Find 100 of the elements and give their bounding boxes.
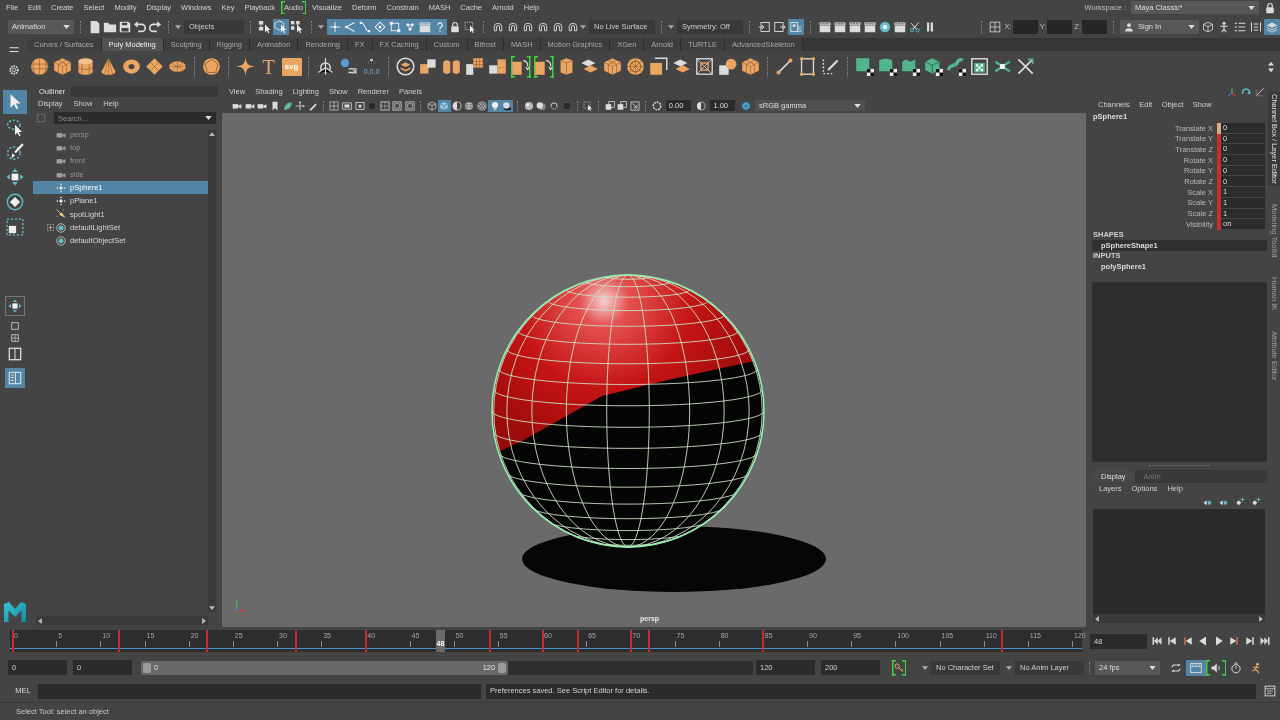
window-stack-icon[interactable] (604, 100, 615, 111)
diamond-plus-icon[interactable] (1235, 496, 1245, 507)
half-circle-toggle[interactable] (450, 99, 464, 112)
pane-four-layout-button[interactable] (8, 332, 21, 343)
settings-icon[interactable] (7, 64, 20, 76)
shelf-button[interactable] (694, 55, 715, 78)
aperture-icon[interactable] (651, 100, 662, 111)
shelf-button[interactable] (969, 55, 990, 78)
film-gate-icon[interactable] (342, 100, 353, 111)
question-mark-toggle[interactable] (432, 18, 447, 35)
step-fwd-icon[interactable] (1243, 635, 1256, 647)
diagonal-pen-icon[interactable] (1255, 87, 1265, 97)
shelf-button[interactable] (648, 55, 669, 78)
cursor-box-icon[interactable] (583, 100, 594, 111)
scroll-arrows-icon[interactable] (1265, 60, 1277, 73)
select-box-icon[interactable] (463, 20, 476, 33)
bulb-toggle[interactable] (488, 99, 501, 112)
caret-right-icon[interactable] (1259, 615, 1263, 622)
skip-end-icon[interactable] (1259, 635, 1271, 647)
checker-ball-toggle[interactable] (475, 99, 489, 112)
expand-box-icon[interactable] (47, 224, 54, 232)
key-back-icon[interactable] (1181, 635, 1194, 647)
window-list-toggle[interactable] (788, 18, 804, 35)
script-window-icon[interactable] (1264, 685, 1276, 697)
grid-window-icon[interactable] (989, 20, 1002, 33)
shelf-button[interactable] (854, 55, 875, 78)
shelf-button[interactable] (533, 55, 554, 78)
magnet-icon[interactable] (551, 20, 564, 33)
magnet-icon[interactable] (521, 20, 534, 33)
key-button[interactable] (892, 659, 906, 676)
sphere-grid-toggle[interactable] (463, 99, 476, 112)
shelf-button[interactable] (946, 55, 967, 78)
arrow-cursor-tool[interactable] (2, 90, 27, 114)
vertical-scrollbar[interactable] (208, 130, 216, 612)
shelf-button[interactable] (923, 55, 944, 78)
caret-left-icon[interactable] (1095, 615, 1099, 622)
square-frame-icon[interactable] (392, 100, 403, 111)
shelf-button[interactable]: T (258, 55, 279, 78)
clapper-toggle[interactable] (417, 18, 432, 35)
coordinate-field[interactable] (1047, 19, 1073, 34)
diamond-toggle[interactable] (372, 18, 387, 35)
horizontal-scrollbar[interactable] (36, 616, 208, 625)
node-square-toggle[interactable] (387, 18, 402, 35)
clapper-icon[interactable] (893, 20, 906, 33)
skip-start-icon[interactable] (1150, 635, 1163, 647)
crosshair-toggle[interactable] (327, 18, 342, 35)
layers-toggle[interactable] (1264, 18, 1280, 35)
clapper-icon[interactable] (848, 20, 861, 33)
pane-list-layout-button[interactable] (4, 368, 25, 388)
dotted-square-icon[interactable] (36, 113, 46, 123)
shelf-button[interactable] (510, 55, 531, 78)
shelf-button[interactable] (464, 55, 485, 78)
window-arrow-icon[interactable] (629, 100, 640, 111)
scissors-icon[interactable] (908, 20, 921, 33)
pane-single-layout-button[interactable] (8, 320, 21, 331)
cross-arrows-icon[interactable] (295, 100, 306, 111)
play-back-icon[interactable] (1197, 635, 1209, 647)
circle-arrow-icon[interactable] (1241, 87, 1251, 97)
shelf-button[interactable] (395, 55, 416, 78)
film-window-toggle[interactable] (1186, 659, 1206, 676)
square-frame-icon[interactable] (405, 100, 415, 111)
square-grid-icon[interactable] (379, 100, 390, 111)
target-disc-icon[interactable] (878, 20, 891, 33)
clapper-icon[interactable] (818, 20, 831, 33)
cube-solid-toggle[interactable] (437, 99, 451, 112)
step-back-icon[interactable] (1166, 635, 1178, 647)
cube-wire-toggle[interactable] (425, 99, 438, 112)
shelf-button[interactable] (75, 55, 96, 78)
diamond-plus-icon[interactable] (1251, 496, 1261, 507)
shelf-button[interactable] (797, 55, 818, 78)
redo-icon[interactable] (147, 19, 162, 34)
caret-up-icon[interactable] (209, 132, 215, 136)
window-stack-icon[interactable] (617, 100, 628, 111)
squares-cursor-toggle[interactable] (289, 18, 305, 35)
half-disc-icon[interactable] (696, 100, 707, 111)
coordinate-field[interactable] (1012, 19, 1038, 34)
caret-left-icon[interactable] (38, 617, 42, 624)
tool-button[interactable] (4, 296, 25, 316)
color-disc-icon[interactable] (740, 100, 751, 111)
caret-down-icon[interactable] (209, 606, 215, 610)
grid-window-icon[interactable] (329, 100, 340, 111)
ring-arrows-icon[interactable] (548, 100, 559, 111)
tree-cursor-toggle[interactable] (257, 18, 273, 35)
cluster-toggle[interactable] (402, 18, 417, 35)
shaded-sphere-icon[interactable] (523, 100, 534, 111)
cube-cursor-toggle[interactable] (273, 18, 289, 35)
magnet-icon[interactable] (536, 20, 549, 33)
leaf-icon[interactable] (282, 100, 293, 111)
lock-icon[interactable] (448, 20, 461, 33)
coordinate-field[interactable] (1082, 19, 1107, 34)
command-input-field[interactable] (38, 683, 481, 699)
two-spheres-icon[interactable] (536, 100, 547, 111)
bookmark-icon[interactable] (270, 100, 281, 111)
clapper-icon[interactable] (833, 20, 846, 33)
shelf-button[interactable] (315, 55, 336, 78)
magnet-icon[interactable] (566, 20, 579, 33)
magnet-icon[interactable] (491, 20, 504, 33)
key-fwd-icon[interactable] (1228, 635, 1240, 647)
magnet-icon[interactable] (506, 20, 519, 33)
undo-icon[interactable] (132, 19, 147, 34)
